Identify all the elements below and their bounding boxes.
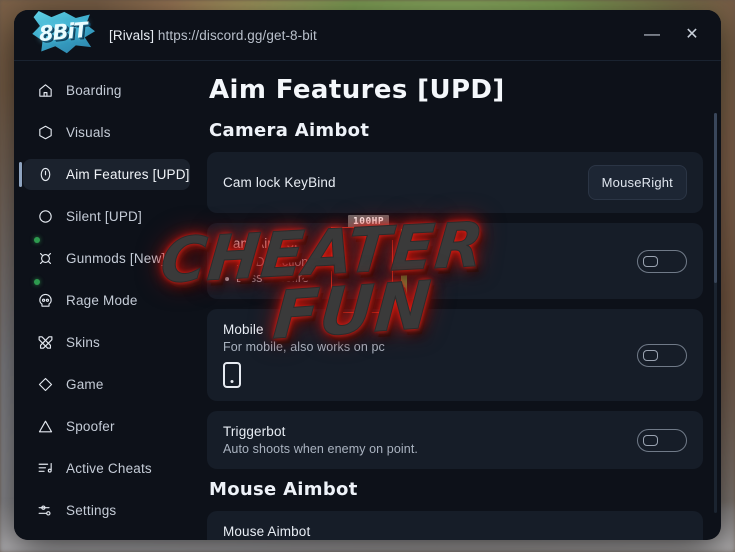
sidebar-item-boarding[interactable]: Boarding xyxy=(23,75,190,106)
mobile-phone-icon xyxy=(223,362,241,388)
app-logo: 8BiT xyxy=(27,10,99,57)
sidebar-item-label: Visuals xyxy=(66,125,111,140)
setting-row-text: Cam Aimbot No Detection Less Missfire xyxy=(223,236,625,286)
setting-toggle[interactable] xyxy=(637,428,687,452)
sidebar-item-active-cheats[interactable]: Active Cheats xyxy=(23,453,190,484)
logo-text: 8BiT xyxy=(37,17,89,47)
setting-subtitle: For mobile, also works on pc xyxy=(223,340,385,354)
setting-toggle[interactable] xyxy=(637,249,687,273)
setting-bullet-item: Less Missfire xyxy=(223,271,625,287)
sidebar-item-label: Boarding xyxy=(66,83,122,98)
diamond-icon xyxy=(37,376,54,393)
sidebar-item-label: Active Cheats xyxy=(66,461,152,476)
window-titlebar: 8BiT [Rivals] https://discord.gg/get-8-b… xyxy=(14,10,721,61)
toggle-knob xyxy=(643,255,658,267)
triangle-icon xyxy=(37,418,54,435)
sidebar-item-label: Rage Mode xyxy=(66,293,138,308)
sidebar-item-label: Skins xyxy=(66,335,101,350)
sidebar-item-visuals[interactable]: Visuals xyxy=(23,117,190,148)
setting-row: Cam Aimbot No Detection Less Missfire xyxy=(207,223,703,299)
setting-toggle[interactable] xyxy=(637,343,687,367)
toggle-knob xyxy=(643,349,658,361)
circle-icon xyxy=(37,208,54,225)
setting-row: Triggerbot Auto shoots when enemy on poin… xyxy=(207,411,703,469)
window-body: Boarding Visuals Aim Features [UPD] Silent … xyxy=(14,61,721,540)
setting-row-text: Cam lock KeyBind xyxy=(223,175,588,190)
setting-row-text: Mobile For mobile, also works on pc xyxy=(223,322,625,388)
list-music-icon xyxy=(37,460,54,477)
window-title: [Rivals] https://discord.gg/get-8-bit xyxy=(109,28,317,43)
home-icon xyxy=(37,82,54,99)
sidebar-item-label: Gunmods [New] xyxy=(66,251,166,266)
sidebar-item-gunmods-new[interactable]: Gunmods [New] xyxy=(23,237,190,274)
sidebar-item-label: Settings xyxy=(66,503,117,518)
toggle-knob xyxy=(643,434,658,446)
window-title-tag: [Rivals] xyxy=(109,27,155,43)
crosshair-icon xyxy=(37,166,54,183)
swords-icon xyxy=(37,334,54,351)
setting-bullet-item: No Detection xyxy=(223,255,625,271)
setting-title: Mobile xyxy=(223,322,264,337)
sidebar-item-settings[interactable]: Settings xyxy=(23,495,190,526)
window-controls: — ✕ xyxy=(637,20,721,50)
minimize-icon: — xyxy=(644,26,660,43)
page-title: Aim Features [UPD] xyxy=(209,75,505,105)
sidebar-item-label: Game xyxy=(66,377,104,392)
setting-subtitle: Auto shoots when enemy on point. xyxy=(223,442,418,456)
sidebar-item-game[interactable]: Game xyxy=(23,369,190,400)
setting-row: Mobile For mobile, also works on pc xyxy=(207,309,703,401)
content-scrollbar-thumb[interactable] xyxy=(714,113,717,283)
setting-title: Cam lock KeyBind xyxy=(223,175,336,190)
gun-target-icon xyxy=(37,250,54,267)
setting-row: Mouse AimbotVery safer then Cam Aimbot.D… xyxy=(207,511,703,540)
sidebar-item-label: Silent [UPD] xyxy=(66,209,142,224)
close-icon: ✕ xyxy=(685,26,699,43)
setting-bullet-list: No Detection Less Missfire xyxy=(223,255,625,286)
window-title-url: https://discord.gg/get-8-bit xyxy=(157,27,317,43)
hexagon-icon xyxy=(37,124,54,141)
sidebar-item-status-dot xyxy=(34,237,40,243)
section-heading: Camera Aimbot xyxy=(209,120,370,141)
close-button[interactable]: ✕ xyxy=(677,20,707,50)
sidebar-item-label: Aim Features [UPD] xyxy=(66,167,190,182)
settings-sections: Camera Aimbot Cam lock KeyBind MouseRight C… xyxy=(207,120,703,540)
cheat-menu-window: 8BiT [Rivals] https://discord.gg/get-8-b… xyxy=(14,10,721,540)
setting-row-text: Triggerbot Auto shoots when enemy on poin… xyxy=(223,424,625,456)
content-area: Aim Features [UPD] Camera Aimbot Cam lock… xyxy=(199,61,721,540)
setting-row-text: Mouse AimbotVery safer then Cam Aimbot.D… xyxy=(223,524,625,540)
minimize-button[interactable]: — xyxy=(637,20,667,50)
sidebar-item-skins[interactable]: Skins xyxy=(23,327,190,358)
sidebar-item-status-dot xyxy=(34,279,40,285)
section-heading: Mouse Aimbot xyxy=(209,479,358,500)
setting-title: Mouse Aimbot xyxy=(223,524,311,539)
keybind-button[interactable]: MouseRight xyxy=(587,165,687,200)
setting-title: Triggerbot xyxy=(223,424,286,439)
sliders-icon xyxy=(37,502,54,519)
setting-title: Cam Aimbot xyxy=(223,236,299,251)
sidebar: Boarding Visuals Aim Features [UPD] Silent … xyxy=(14,61,199,540)
sidebar-item-rage-mode[interactable]: Rage Mode xyxy=(23,279,190,316)
sidebar-item-label: Spoofer xyxy=(66,419,115,434)
sidebar-item-silent-upd[interactable]: Silent [UPD] xyxy=(23,201,190,232)
setting-row: Cam lock KeyBind MouseRight xyxy=(207,152,703,213)
sidebar-item-spoofer[interactable]: Spoofer xyxy=(23,411,190,442)
sidebar-item-aim-features-upd[interactable]: Aim Features [UPD] xyxy=(19,159,190,190)
skull-icon xyxy=(37,292,54,309)
